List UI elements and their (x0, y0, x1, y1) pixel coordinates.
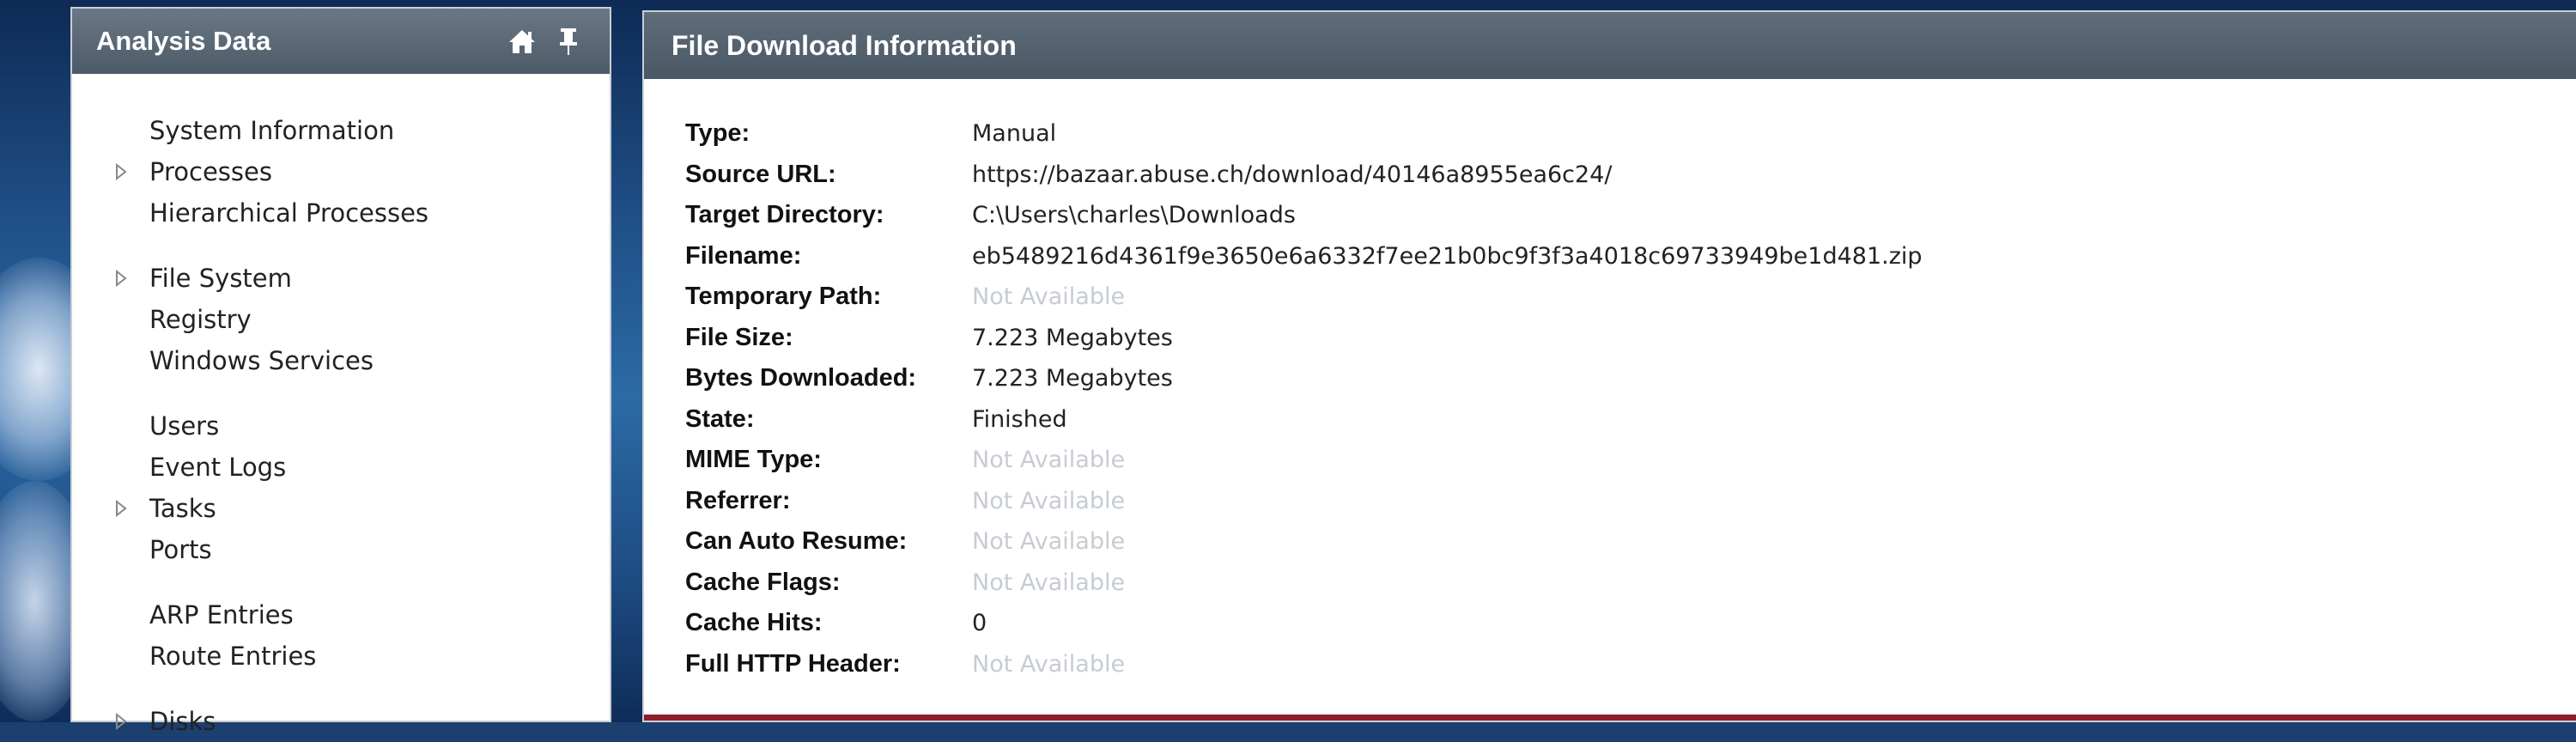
tree-group: ARP Entries Route Entries (72, 594, 610, 677)
analysis-data-title: Analysis Data (96, 26, 271, 56)
info-row: Filename: eb5489216d4361f9e3650e6a6332f7e… (685, 236, 1923, 277)
analysis-tree: System Information Processes Hierarchical … (72, 74, 610, 742)
info-label: Bytes Downloaded: (685, 364, 917, 392)
info-row: Type: Manual (685, 113, 1923, 155)
tree-item-users[interactable]: Users (72, 405, 610, 447)
expand-arrow-icon[interactable] (72, 713, 149, 730)
info-label: Cache Hits: (685, 609, 823, 637)
info-label: Source URL: (685, 160, 836, 188)
info-row: State: Finished (685, 399, 1923, 441)
info-row: Temporary Path: Not Available (685, 277, 1923, 318)
tree-item-label: Users (149, 411, 220, 441)
info-label: Can Auto Resume: (685, 527, 908, 556)
info-label: Cache Flags: (685, 568, 841, 596)
info-value: 7.223 Megabytes (972, 365, 1173, 392)
info-value: Not Available (972, 528, 1126, 556)
tree-item-tasks[interactable]: Tasks (72, 488, 610, 529)
analysis-data-panel: Analysis Data System Information Processe… (70, 7, 611, 736)
info-value: Not Available (972, 487, 1126, 514)
info-value: Manual (972, 120, 1057, 148)
tree-group: System Information Processes Hierarchical … (72, 110, 610, 234)
info-label: Filename: (685, 241, 802, 270)
tree-item-registry[interactable]: Registry (72, 299, 610, 340)
tree-item-label: Ports (149, 535, 212, 564)
info-label: Temporary Path: (685, 283, 882, 311)
info-value: Not Available (972, 569, 1126, 596)
file-download-title: File Download Information (671, 29, 1017, 61)
file-download-details: Type: Manual Source URL: https://bazaar.abu… (685, 113, 1923, 684)
tree-item-arp-entries[interactable]: ARP Entries (72, 594, 610, 636)
pin-icon[interactable] (551, 24, 586, 58)
info-value: Not Available (972, 650, 1126, 678)
tree-group: Disks (72, 701, 610, 742)
info-row: Full HTTP Header: Not Available (685, 644, 1923, 685)
expand-arrow-icon[interactable] (72, 163, 149, 180)
info-row: Cache Hits: 0 (685, 603, 1923, 644)
expand-arrow-icon[interactable] (72, 270, 149, 287)
tree-item-file-system[interactable]: File System (72, 258, 610, 299)
tree-item-label: File System (149, 264, 292, 293)
info-value: Not Available (972, 283, 1126, 311)
panel-accent-line (644, 715, 2576, 721)
info-label: Type: (685, 119, 750, 148)
info-row: Bytes Downloaded: 7.223 Megabytes (685, 358, 1923, 399)
info-value: 0 (972, 610, 987, 637)
tree-item-hierarchical-processes[interactable]: Hierarchical Processes (72, 192, 610, 234)
tree-group: Users Event Logs Tasks Ports (72, 405, 610, 570)
tree-item-label: Event Logs (149, 453, 287, 482)
tree-item-label: Hierarchical Processes (149, 198, 429, 228)
tree-item-event-logs[interactable]: Event Logs (72, 447, 610, 488)
info-row: Cache Flags: Not Available (685, 563, 1923, 604)
tree-item-label: ARP Entries (149, 600, 294, 629)
info-value: https://bazaar.abuse.ch/download/40146a8… (972, 161, 1613, 188)
info-label: State: (685, 404, 755, 433)
info-label: File Size: (685, 323, 793, 351)
info-value: 7.223 Megabytes (972, 324, 1173, 351)
info-row: File Size: 7.223 Megabytes (685, 318, 1923, 359)
home-icon[interactable] (505, 24, 539, 58)
tree-item-label: Tasks (149, 494, 216, 523)
info-row: Target Directory: C:\Users\charles\Downlo… (685, 195, 1923, 236)
info-label: Full HTTP Header: (685, 649, 901, 678)
tree-group: File System Registry Windows Services (72, 258, 610, 381)
info-row: Source URL: https://bazaar.abuse.ch/downl… (685, 155, 1923, 196)
tree-item-label: Route Entries (149, 642, 317, 671)
info-value: Not Available (972, 447, 1126, 474)
expand-arrow-icon[interactable] (72, 500, 149, 517)
tree-item-system-information[interactable]: System Information (72, 110, 610, 151)
info-value: C:\Users\charles\Downloads (972, 202, 1296, 229)
tree-item-label: Windows Services (149, 346, 374, 375)
tree-item-processes[interactable]: Processes (72, 151, 610, 192)
info-label: Referrer: (685, 486, 791, 514)
tree-item-label: System Information (149, 116, 395, 145)
info-label: Target Directory: (685, 201, 884, 229)
tree-item-label: Disks (149, 707, 216, 736)
file-download-panel: File Download Information Type: Manual Sou… (642, 10, 2576, 722)
info-row: MIME Type: Not Available (685, 440, 1923, 481)
info-label: MIME Type: (685, 446, 822, 474)
tree-item-label: Registry (149, 305, 252, 334)
info-value: Finished (972, 405, 1067, 433)
info-row: Can Auto Resume: Not Available (685, 521, 1923, 563)
tree-item-windows-services[interactable]: Windows Services (72, 340, 610, 381)
analysis-data-header: Analysis Data (72, 9, 610, 74)
info-row: Referrer: Not Available (685, 481, 1923, 522)
info-value: eb5489216d4361f9e3650e6a6332f7ee21b0bc9f… (972, 242, 1923, 270)
tree-item-disks[interactable]: Disks (72, 701, 610, 742)
file-download-header: File Download Information (644, 12, 2576, 79)
tree-item-ports[interactable]: Ports (72, 529, 610, 570)
tree-item-label: Processes (149, 157, 272, 186)
tree-item-route-entries[interactable]: Route Entries (72, 636, 610, 677)
